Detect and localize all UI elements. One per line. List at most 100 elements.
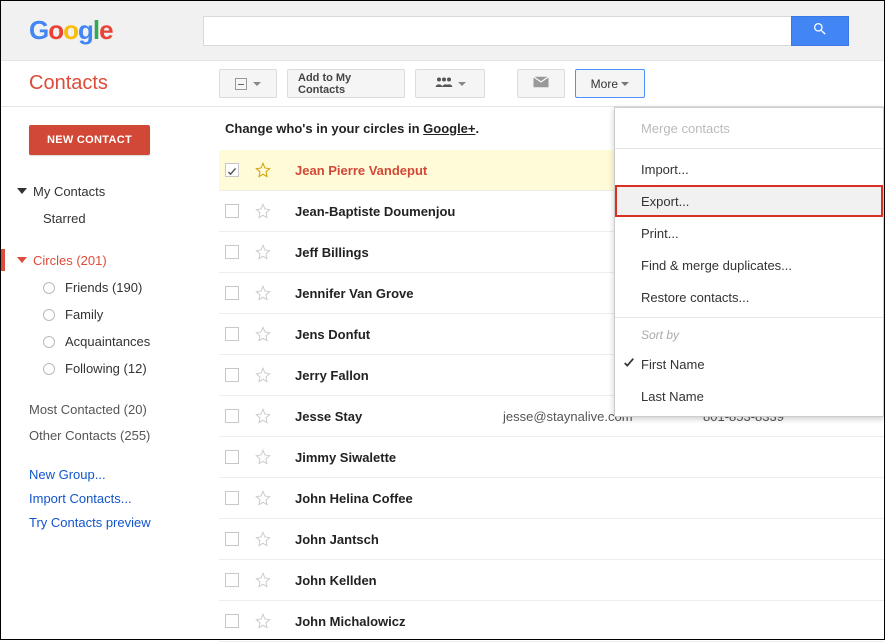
contact-row[interactable]: John Jantsch <box>219 519 884 560</box>
google-plus-link[interactable]: Google+ <box>423 121 475 136</box>
menu-sort-first-name[interactable]: First Name <box>615 348 883 380</box>
sidebar-circle-family[interactable]: Family <box>1 301 219 328</box>
star-icon[interactable] <box>255 367 271 383</box>
select-indicator-icon <box>235 78 247 90</box>
sidebar-circle-acquaintances[interactable]: Acquaintances <box>1 328 219 355</box>
circle-icon <box>43 282 55 294</box>
checkbox[interactable] <box>225 614 239 628</box>
star-icon[interactable] <box>255 326 271 342</box>
main-panel: Change who's in your circles in Google+.… <box>219 107 884 639</box>
toolbar: Contacts Add to My Contacts More <box>1 61 884 107</box>
checkbox[interactable] <box>225 163 239 177</box>
check-icon <box>227 165 237 175</box>
new-contact-button[interactable]: NEW CONTACT <box>29 125 150 155</box>
sidebar-item-label: Circles (201) <box>33 253 107 268</box>
sidebar-import-contacts[interactable]: Import Contacts... <box>1 486 219 510</box>
star-icon[interactable] <box>255 572 271 588</box>
star-icon[interactable] <box>255 244 271 260</box>
contact-name: Jesse Stay <box>295 409 503 424</box>
select-dropdown-button[interactable] <box>219 69 277 98</box>
star-icon[interactable] <box>255 531 271 547</box>
checkbox[interactable] <box>225 450 239 464</box>
contact-name: John Jantsch <box>295 532 503 547</box>
app-title[interactable]: Contacts <box>1 72 219 95</box>
chevron-down-icon <box>253 82 261 86</box>
body: NEW CONTACT My Contacts Starred Circles … <box>1 107 884 639</box>
star-icon[interactable] <box>255 449 271 465</box>
checkbox[interactable] <box>225 286 239 300</box>
contact-name: Jennifer Van Grove <box>295 286 503 301</box>
sidebar-item-label: Following (12) <box>65 361 147 376</box>
chevron-down-icon <box>458 82 466 86</box>
sidebar-starred[interactable]: Starred <box>1 205 219 232</box>
sidebar: NEW CONTACT My Contacts Starred Circles … <box>1 107 219 639</box>
contact-row[interactable]: John Michalowicz <box>219 601 884 642</box>
checkbox[interactable] <box>225 327 239 341</box>
contact-name: Jeff Billings <box>295 245 503 260</box>
star-icon[interactable] <box>255 162 271 178</box>
sidebar-item-label: Acquaintances <box>65 334 150 349</box>
email-button[interactable] <box>517 69 565 98</box>
contact-name: Jens Donfut <box>295 327 503 342</box>
circle-icon <box>43 336 55 348</box>
sidebar-nav: My Contacts Starred Circles (201) Friend… <box>1 177 219 534</box>
star-icon[interactable] <box>255 408 271 424</box>
checkbox[interactable] <box>225 409 239 423</box>
search-icon <box>812 21 828 40</box>
sidebar-circle-following[interactable]: Following (12) <box>1 355 219 382</box>
menu-export[interactable]: Export... <box>615 185 883 217</box>
more-dropdown-button[interactable]: More <box>575 69 645 98</box>
contact-name: John Helina Coffee <box>295 491 503 506</box>
search-button[interactable] <box>791 16 849 46</box>
circle-icon <box>43 363 55 375</box>
circle-icon <box>43 309 55 321</box>
checkbox[interactable] <box>225 573 239 587</box>
sidebar-item-label: Family <box>65 307 103 322</box>
contact-name: John Michalowicz <box>295 614 503 629</box>
contact-name: Jean Pierre Vandeput <box>295 163 503 178</box>
menu-separator <box>615 317 883 318</box>
sidebar-circles[interactable]: Circles (201) <box>1 246 219 274</box>
star-icon[interactable] <box>255 490 271 506</box>
header: Google <box>1 1 884 61</box>
sidebar-circle-friends[interactable]: Friends (190) <box>1 274 219 301</box>
contact-name: Jean-Baptiste Doumenjou <box>295 204 503 219</box>
add-to-my-contacts-button[interactable]: Add to My Contacts <box>287 69 405 98</box>
menu-separator <box>615 148 883 149</box>
sidebar-try-preview[interactable]: Try Contacts preview <box>1 510 219 534</box>
menu-import[interactable]: Import... <box>615 153 883 185</box>
sidebar-item-label: My Contacts <box>33 184 105 199</box>
star-icon[interactable] <box>255 285 271 301</box>
mail-icon <box>532 75 550 92</box>
contact-row[interactable]: John Kellden <box>219 560 884 601</box>
search-box <box>203 16 849 46</box>
contact-name: Jimmy Siwalette <box>295 450 503 465</box>
triangle-down-icon <box>17 257 27 263</box>
menu-sort-by-label: Sort by <box>615 322 883 348</box>
menu-restore-contacts[interactable]: Restore contacts... <box>615 281 883 313</box>
star-icon[interactable] <box>255 203 271 219</box>
checkbox[interactable] <box>225 245 239 259</box>
banner-suffix: . <box>476 121 480 136</box>
sidebar-new-group[interactable]: New Group... <box>1 462 219 486</box>
checkbox[interactable] <box>225 491 239 505</box>
sidebar-other-contacts[interactable]: Other Contacts (255) <box>1 422 219 448</box>
more-label: More <box>591 77 618 91</box>
search-input[interactable] <box>203 16 791 46</box>
menu-merge-contacts: Merge contacts <box>615 112 883 144</box>
google-logo[interactable]: Google <box>29 15 113 46</box>
triangle-down-icon <box>17 188 27 194</box>
checkbox[interactable] <box>225 368 239 382</box>
sidebar-most-contacted[interactable]: Most Contacted (20) <box>1 396 219 422</box>
sidebar-my-contacts[interactable]: My Contacts <box>1 177 219 205</box>
contact-row[interactable]: Jimmy Siwalette <box>219 437 884 478</box>
checkbox[interactable] <box>225 204 239 218</box>
contact-row[interactable]: John Helina Coffee <box>219 478 884 519</box>
menu-print[interactable]: Print... <box>615 217 883 249</box>
star-icon[interactable] <box>255 613 271 629</box>
checkbox[interactable] <box>225 532 239 546</box>
chevron-down-icon <box>621 82 629 86</box>
groups-dropdown-button[interactable] <box>415 69 485 98</box>
menu-sort-last-name[interactable]: Last Name <box>615 380 883 412</box>
menu-find-merge-duplicates[interactable]: Find & merge duplicates... <box>615 249 883 281</box>
